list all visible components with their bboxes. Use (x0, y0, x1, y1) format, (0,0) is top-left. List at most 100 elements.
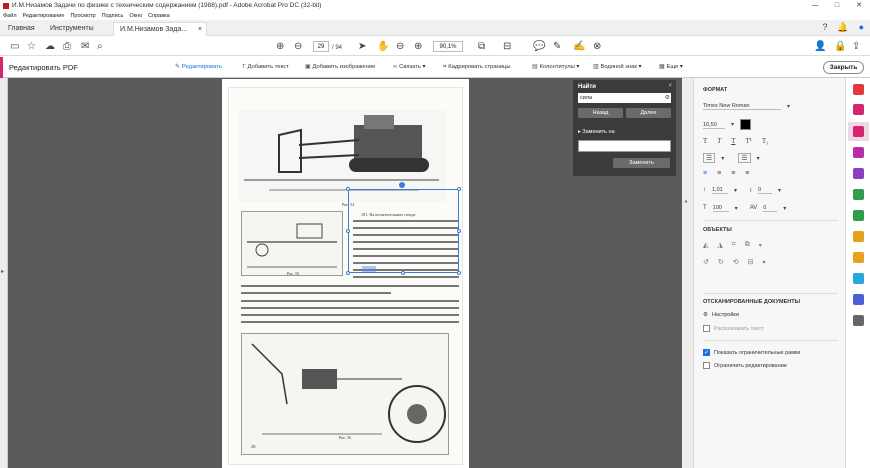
scan-ocr-icon[interactable] (853, 273, 864, 284)
lock-icon[interactable]: 🔒 (834, 40, 846, 53)
menu-window[interactable]: Окно (129, 13, 142, 19)
chevron-down-icon[interactable]: ▾ (734, 187, 737, 194)
scan-settings-button[interactable]: ⚙ Настройки (703, 312, 739, 318)
menu-help[interactable]: Справка (148, 13, 170, 19)
show-bounds-option[interactable]: ✓ Показать ограничительные рамки (703, 349, 801, 356)
rotate-right-icon[interactable]: ↻ (718, 258, 724, 266)
email-icon[interactable]: ✉ (81, 40, 89, 53)
chevron-down-icon[interactable]: ▾ (763, 259, 766, 266)
prev-page-icon[interactable]: ⊕ (276, 40, 284, 53)
restrict-edit-checkbox[interactable] (703, 362, 710, 369)
share-link-icon[interactable]: ⇪ (852, 40, 860, 53)
zoom-level-input[interactable]: 90,1% (433, 41, 463, 52)
tab-home[interactable]: Главная (2, 22, 41, 36)
more-tools-icon[interactable] (853, 315, 864, 326)
help-icon[interactable]: ? (822, 22, 827, 33)
stamp-icon[interactable]: ⊗ (593, 40, 601, 53)
restrict-edit-option[interactable]: Ограничить редактирование (703, 362, 787, 369)
recognize-text-checkbox[interactable] (703, 325, 710, 332)
search-zoom-icon[interactable]: ⌕ (97, 40, 103, 53)
page-fit-icon[interactable]: ⧉ (478, 40, 485, 53)
maximize-button[interactable]: □ (826, 0, 848, 11)
link-button[interactable]: ∞ Связать ▾ (393, 64, 425, 70)
tab-tools[interactable]: Инструменты (44, 22, 100, 36)
flip-horizontal-icon[interactable]: ◮ (717, 241, 722, 249)
arrange-icon[interactable]: ⧉ (745, 241, 750, 249)
chevron-down-icon[interactable]: ▾ (787, 103, 790, 110)
chevron-down-icon[interactable]: ▾ (759, 242, 762, 249)
line-spacing-select[interactable]: 1,01 (712, 186, 728, 194)
sign-in-icon[interactable]: ● (859, 22, 864, 33)
recognize-text-option[interactable]: Распознавать текст (703, 325, 764, 332)
align-objects-icon[interactable]: ⊟ (748, 258, 754, 266)
text-selection-box[interactable] (348, 189, 459, 273)
chevron-down-icon[interactable]: ▾ (721, 155, 724, 162)
find-input[interactable]: сила ⚙ (578, 93, 671, 103)
minimize-button[interactable]: — (804, 0, 826, 11)
tab-close-icon[interactable]: × (198, 23, 202, 37)
replace-with-label[interactable]: ▸ Заменить на (578, 129, 615, 135)
vertical-scrollbar[interactable]: ◂ (682, 78, 693, 468)
upload-cloud-icon[interactable]: ☁ (45, 40, 55, 53)
print-icon[interactable]: ⎙ (63, 40, 71, 53)
replace-button[interactable]: Заменить (613, 158, 670, 168)
resize-handle-br[interactable] (457, 271, 461, 275)
gear-icon[interactable]: ⚙ (665, 93, 670, 103)
show-bounds-checkbox[interactable]: ✓ (703, 349, 710, 356)
combine-files-icon[interactable] (853, 147, 864, 158)
numbered-list-icon[interactable]: ☰ (738, 153, 751, 163)
resize-handle-ml[interactable] (346, 229, 350, 233)
add-image-button[interactable]: ▣ Добавить изображение (305, 64, 375, 70)
rotate-left-icon[interactable]: ↺ (703, 258, 709, 266)
zoom-out-icon[interactable]: ⊖ (396, 40, 404, 53)
zoom-in-icon[interactable]: ⊕ (414, 40, 422, 53)
resize-handle-tl[interactable] (346, 187, 350, 191)
menu-view[interactable]: Просмотр (70, 13, 95, 19)
align-right-icon[interactable]: ≡ (731, 170, 735, 177)
expand-left-pane-icon[interactable]: ▸ (1, 268, 4, 275)
edit-button[interactable]: ✎ Редактировать (175, 64, 222, 70)
menu-sign[interactable]: Подпись (102, 13, 124, 19)
align-left-icon[interactable]: ≡ (703, 170, 707, 177)
resize-handle-bm[interactable] (401, 271, 405, 275)
create-pdf-tool-icon[interactable] (853, 104, 864, 115)
send-comments-icon[interactable] (853, 252, 864, 263)
flip-vertical-icon[interactable]: ◭ (703, 241, 708, 249)
rotate-handle[interactable] (399, 182, 405, 188)
share-user-icon[interactable]: 👤 (814, 40, 826, 53)
superscript-icon[interactable]: T¹ (745, 137, 751, 145)
find-next-button[interactable]: Далее (626, 108, 671, 118)
crop-pages-button[interactable]: ⌗ Кадрировать страницы (443, 64, 510, 71)
left-nav-pane[interactable]: ▸ (0, 78, 8, 468)
edit-pdf-tool-icon[interactable] (853, 126, 864, 137)
export-pdf-icon[interactable] (853, 84, 864, 95)
menu-edit[interactable]: Редактирование (23, 13, 65, 19)
organize-pages-icon[interactable] (853, 210, 864, 221)
hand-tool-icon[interactable]: ✋ (377, 40, 389, 53)
font-size-select[interactable]: 10,50 (703, 121, 725, 129)
protect-icon[interactable] (853, 294, 864, 305)
headers-footers-button[interactable]: ▤ Колонтитулы ▾ (532, 64, 579, 70)
subscript-icon[interactable]: T₁ (762, 137, 769, 145)
notification-bell-icon[interactable]: 🔔 (837, 22, 848, 33)
horizontal-scale-select[interactable]: 100 (712, 204, 729, 212)
close-window-button[interactable]: ✕ (848, 0, 870, 11)
underline-icon[interactable]: T (731, 137, 735, 145)
select-cursor-icon[interactable]: ➤ (358, 40, 366, 53)
chevron-down-icon[interactable]: ▾ (731, 121, 734, 128)
more-button[interactable]: ▦ Еще ▾ (659, 64, 683, 70)
export-excel-icon[interactable] (853, 189, 864, 200)
chevron-down-icon[interactable]: ▾ (735, 205, 738, 212)
chevron-down-icon[interactable]: ▾ (757, 155, 760, 162)
next-page-icon[interactable]: ⊖ (294, 40, 302, 53)
highlight-pen-icon[interactable]: ✎ (553, 40, 561, 53)
replace-input[interactable] (578, 140, 671, 152)
create-pdf-icon[interactable]: ▭ (10, 40, 19, 53)
text-style-normal-icon[interactable]: T (703, 137, 707, 145)
resize-handle-bl[interactable] (346, 271, 350, 275)
comment-icon[interactable]: 💬 (533, 40, 545, 53)
page-number-input[interactable]: 29 (313, 41, 329, 52)
replace-image-icon[interactable]: ⟲ (733, 258, 739, 266)
close-edit-button[interactable]: Закрыть (823, 61, 864, 74)
scroll-mode-icon[interactable]: ⊟ (503, 40, 511, 53)
